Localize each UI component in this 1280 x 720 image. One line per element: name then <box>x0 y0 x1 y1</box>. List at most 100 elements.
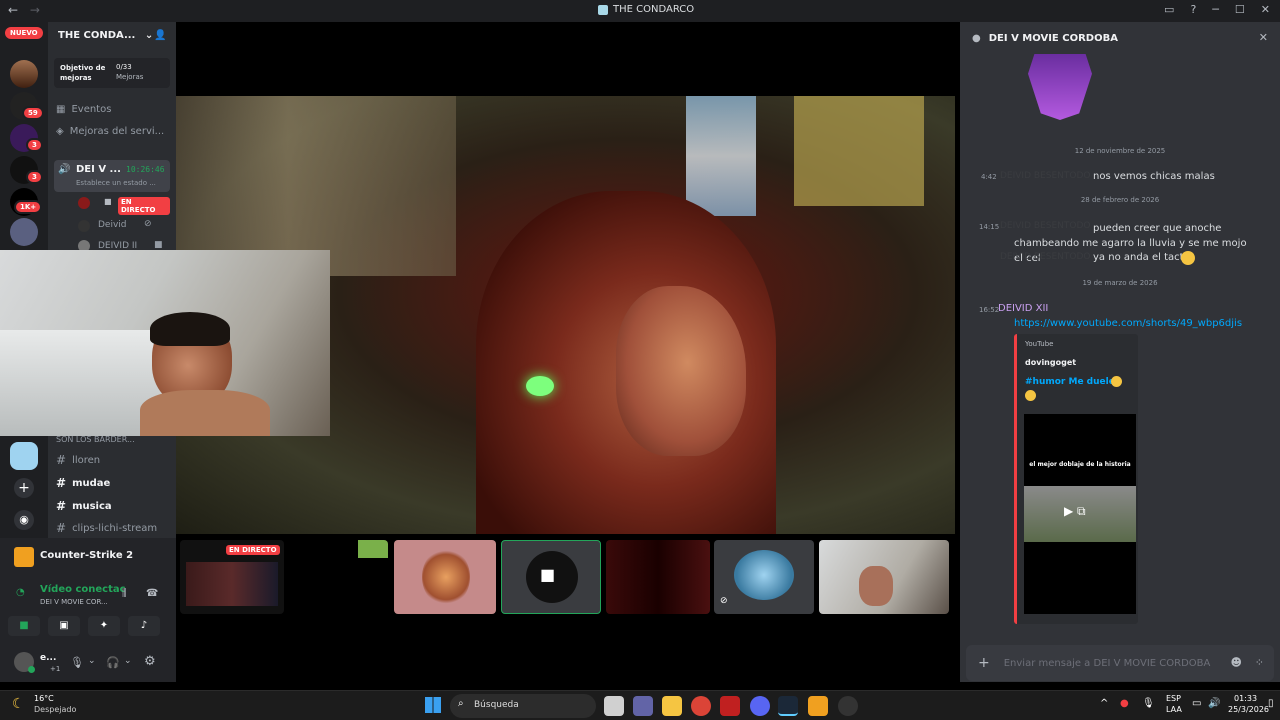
notification-icon[interactable]: ▯ <box>1268 698 1274 709</box>
counter-strike-icon[interactable] <box>808 696 828 716</box>
channel-item[interactable]: # clips-lichi-stream <box>56 521 157 535</box>
member-row[interactable]: ■ EN DIRECTO <box>78 196 170 215</box>
boost-goal[interactable]: Objetivo de mejoras 0/33 Mejoras <box>54 58 170 88</box>
add-attachment-icon[interactable]: + <box>978 655 990 671</box>
guild-header[interactable]: THE CONDA... ⌄ <box>58 30 153 41</box>
video-thumbnail[interactable]: el mejor doblaje de la historia ▶ ⧉ <box>1024 414 1136 614</box>
voice-channel-name: DEI V ... <box>76 164 121 175</box>
apps-icon[interactable]: ⁘ <box>1255 656 1264 669</box>
participant-tile[interactable]: EN DIRECTO <box>180 540 284 614</box>
chrome-icon[interactable] <box>691 696 711 716</box>
server-icon[interactable] <box>10 60 38 88</box>
speaker-icon: 🔊 <box>58 164 71 175</box>
video-caption: el mejor doblaje de la historia <box>1029 461 1131 468</box>
back-arrow-icon[interactable]: ← <box>8 3 18 17</box>
steam-icon[interactable] <box>778 696 798 716</box>
channel-item[interactable]: # musica <box>56 499 112 513</box>
clock-time[interactable]: 01:33 <box>1234 694 1257 703</box>
message-author[interactable]: DEIVID BESENTODO <box>1000 171 1090 181</box>
embed-author[interactable]: dovingoget <box>1025 358 1076 367</box>
activities-button[interactable]: ✦ <box>88 616 120 636</box>
server-icon[interactable]: 3 <box>10 156 43 184</box>
member-row[interactable]: Deivid ⊘ <box>78 219 170 233</box>
file-explorer-icon[interactable] <box>662 696 682 716</box>
taskbar-search[interactable]: ⌕ Búsqueda <box>450 694 596 718</box>
participant-tile[interactable] <box>819 540 949 614</box>
app-icon[interactable] <box>838 696 858 716</box>
events-item[interactable]: ▦ Eventos <box>56 104 111 115</box>
close-window-button[interactable]: ✕ <box>1261 3 1270 16</box>
server-icon[interactable] <box>10 218 38 246</box>
server-icon[interactable]: 1K+ <box>10 188 43 216</box>
volume-icon[interactable]: 🔊 <box>1208 698 1220 709</box>
events-label: Eventos <box>71 104 112 115</box>
tray-icon[interactable]: ● <box>1120 698 1129 709</box>
forward-arrow-icon[interactable]: → <box>30 3 40 17</box>
hash-icon: # <box>56 453 67 467</box>
participant-tile-selected[interactable]: ■ <box>501 540 601 614</box>
server-icon[interactable]: 3 <box>10 124 43 152</box>
chevron-down-icon[interactable]: ⌄ <box>88 656 96 666</box>
message-author[interactable]: DEIVID XII <box>998 303 1048 314</box>
minimize-button[interactable]: ─ <box>1212 3 1219 16</box>
shield-image <box>1028 54 1092 120</box>
deafened-icon: ⊘ <box>144 219 152 229</box>
game-activity[interactable]: Counter-Strike 2 <box>8 544 168 570</box>
add-server-icon[interactable]: + <box>14 478 34 498</box>
discord-icon[interactable] <box>750 696 770 716</box>
message-input[interactable]: + Enviar mensaje a DEI V MOVIE CORDOBA ☻… <box>966 645 1274 681</box>
inbox-icon[interactable]: ▭ <box>1164 3 1174 16</box>
channel-item[interactable]: # lloren <box>56 453 100 467</box>
participant-tile[interactable]: ⊘ <box>714 540 814 614</box>
message-author[interactable]: DEIVID BESENTODO <box>1000 252 1090 262</box>
user-info[interactable]: e... +1 <box>8 650 68 676</box>
weather-temp[interactable]: 16°C <box>34 694 54 703</box>
play-icon[interactable]: ▶ ⧉ <box>1064 504 1086 519</box>
task-view-icon[interactable] <box>604 696 624 716</box>
self-camera-view[interactable] <box>0 250 330 436</box>
embed-title[interactable]: #humor Me duele <box>1025 377 1115 387</box>
discover-icon[interactable]: ◉ <box>14 510 34 530</box>
settings-gear-icon[interactable]: ⚙ <box>144 654 156 669</box>
headphones-icon[interactable]: 🎧 <box>106 656 120 669</box>
noise-icon[interactable]: ⫼ <box>122 588 127 599</box>
new-badge[interactable]: NUEVO <box>5 27 43 39</box>
invite-icon[interactable]: 👤 <box>154 30 166 41</box>
server-boosts-item[interactable]: ◈ Mejoras del servi... <box>56 126 164 137</box>
participant-tile[interactable] <box>606 540 710 614</box>
close-icon[interactable]: ✕ <box>1259 31 1268 44</box>
channel-item[interactable]: # mudae <box>56 476 110 490</box>
voice-channel-active[interactable]: 🔊 DEI V ... 10:26:46 Establece un estado… <box>54 160 170 192</box>
voice-connection[interactable]: ◔ Vídeo conectac DEI V MOVIE COR... ⫼ ☎ <box>8 582 168 610</box>
username: e... <box>40 653 57 663</box>
camera-button[interactable]: ■ <box>8 616 40 636</box>
chevron-down-icon[interactable]: ⌄ <box>124 656 132 666</box>
network-icon[interactable]: ▭ <box>1192 698 1201 709</box>
microphone-icon[interactable]: 🎙 <box>1142 698 1155 709</box>
active-server-icon[interactable] <box>10 442 38 470</box>
screen-share-button[interactable]: ▣ <box>48 616 80 636</box>
language[interactable]: ESP <box>1166 694 1181 703</box>
video-off-icon: ⊘ <box>720 596 728 606</box>
server-icon[interactable]: 59 <box>10 92 44 120</box>
chat-app-icon[interactable] <box>633 696 653 716</box>
category-header[interactable]: SON LOS BARDER... <box>56 435 135 444</box>
participant-tile[interactable] <box>394 540 496 614</box>
chat-channel-name: DEI V MOVIE CORDOBA <box>988 32 1118 44</box>
date-separator: 19 de marzo de 2026 <box>1082 279 1158 287</box>
message-link[interactable]: https://www.youtube.com/shorts/49_wbp6dj… <box>1014 318 1242 329</box>
video-icon: ■ <box>154 240 163 250</box>
windows-start-icon[interactable] <box>425 697 441 713</box>
microphone-icon[interactable]: 🎙 <box>70 656 84 669</box>
message-placeholder: Enviar mensaje a DEI V MOVIE CORDOBA <box>1003 657 1211 669</box>
thread-icon: ● <box>972 32 981 44</box>
help-icon[interactable]: ? <box>1190 3 1196 16</box>
disconnect-icon[interactable]: ☎ <box>146 588 158 599</box>
maximize-button[interactable]: ☐ <box>1235 3 1245 16</box>
chevron-up-icon[interactable]: ^ <box>1100 698 1108 709</box>
participant-tile[interactable] <box>288 540 388 614</box>
soundboard-button[interactable]: ♪ <box>128 616 160 636</box>
emoji-picker-icon[interactable]: ☻ <box>1231 656 1242 669</box>
app-icon[interactable] <box>720 696 740 716</box>
face-region <box>616 286 746 456</box>
